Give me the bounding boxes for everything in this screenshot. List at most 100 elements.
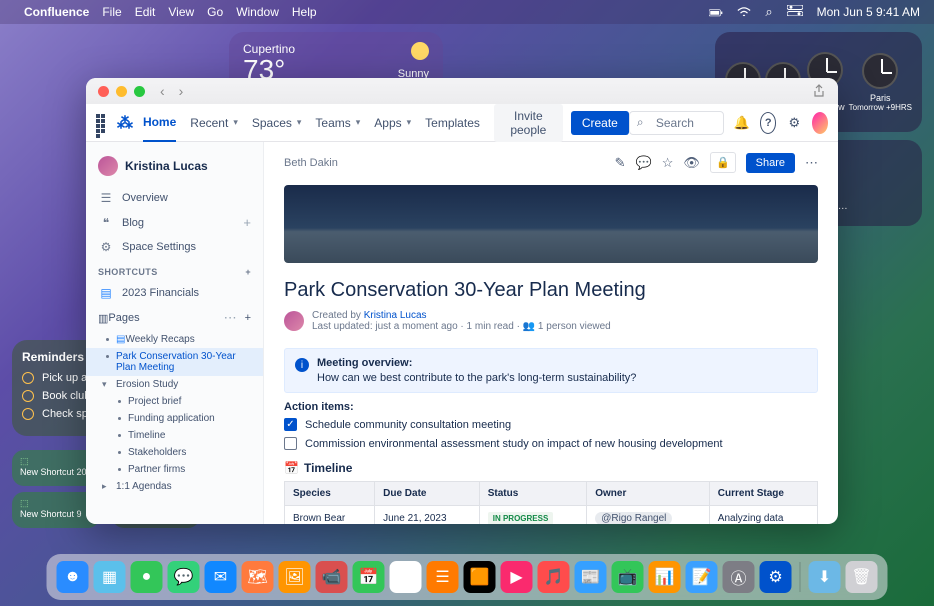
trash-icon[interactable]: 🗑 xyxy=(846,561,878,593)
plus-icon[interactable]: + xyxy=(243,215,251,230)
breadcrumb[interactable]: Beth Dakin xyxy=(284,157,338,169)
dock-app-icon[interactable]: 📅 xyxy=(353,561,385,593)
dock-app-icon[interactable]: ● xyxy=(131,561,163,593)
dock-app-icon[interactable]: Ⓐ xyxy=(723,561,755,593)
space-header[interactable]: Kristina Lucas xyxy=(86,152,263,186)
page-tree-item[interactable]: Partner firms xyxy=(86,461,263,478)
dock-app-icon[interactable]: ⚙ xyxy=(760,561,792,593)
dock-app-icon[interactable]: 📝 xyxy=(686,561,718,593)
dock-app-icon[interactable]: ☰ xyxy=(427,561,459,593)
menu-file[interactable]: File xyxy=(102,5,121,19)
share-button[interactable]: Share xyxy=(746,153,795,173)
minimize-button[interactable] xyxy=(116,86,127,97)
settings-icon[interactable]: ⚙ xyxy=(786,112,802,134)
control-center-icon[interactable] xyxy=(787,5,803,19)
menu-window[interactable]: Window xyxy=(236,5,279,19)
app-menu[interactable]: Confluence xyxy=(24,5,89,19)
radio-icon[interactable] xyxy=(22,390,34,402)
dock-app-icon[interactable]: 💬 xyxy=(168,561,200,593)
dock-app-icon[interactable]: 🎵 xyxy=(538,561,570,593)
sidebar-pages[interactable]: ▥Pages⋯+ xyxy=(86,305,263,331)
space-sidebar: Kristina Lucas ☰Overview ❝Blog+ ⚙Space S… xyxy=(86,142,264,524)
forward-icon[interactable]: › xyxy=(179,83,184,99)
bullet-icon xyxy=(106,338,109,341)
blog-icon: ❝ xyxy=(98,216,114,230)
clock-face xyxy=(862,53,898,89)
dock-app-icon[interactable]: 📰 xyxy=(575,561,607,593)
search-input[interactable]: Search xyxy=(629,111,724,135)
battery-icon[interactable] xyxy=(709,6,723,18)
notifications-icon[interactable]: 🔔 xyxy=(734,112,750,134)
dock-app-icon[interactable]: 🗺 xyxy=(242,561,274,593)
th-due: Due Date xyxy=(375,482,480,506)
page-cover-image xyxy=(284,185,818,263)
doc-icon: ▤ xyxy=(98,286,114,300)
nav-recent[interactable]: Recent xyxy=(190,116,238,130)
checkbox[interactable] xyxy=(284,437,297,450)
downloads-icon[interactable]: ⬇ xyxy=(809,561,841,593)
dock-app-icon[interactable]: 📹 xyxy=(316,561,348,593)
back-icon[interactable]: ‹ xyxy=(160,83,165,99)
user-mention[interactable]: @Rigo Rangel xyxy=(595,512,672,524)
sidebar-overview[interactable]: ☰Overview xyxy=(86,186,263,210)
wifi-icon[interactable] xyxy=(737,6,751,18)
sidebar-blog[interactable]: ❝Blog+ xyxy=(86,210,263,235)
nav-home[interactable]: Home xyxy=(143,104,176,142)
nav-apps[interactable]: Apps xyxy=(374,116,411,130)
confluence-logo-icon[interactable]: ⁂ xyxy=(117,113,133,133)
create-button[interactable]: Create xyxy=(571,111,629,135)
page-tree-item[interactable]: ▤ Weekly Recaps xyxy=(86,331,263,348)
watch-icon[interactable]: 👁 xyxy=(683,155,700,171)
profile-avatar[interactable] xyxy=(812,112,828,134)
menubar-clock[interactable]: Mon Jun 5 9:41 AM xyxy=(817,5,920,19)
more-icon[interactable]: ⋯ xyxy=(805,155,818,171)
comment-icon[interactable]: 💬 xyxy=(636,155,652,171)
help-icon[interactable]: ? xyxy=(760,112,776,134)
plus-icon[interactable]: + xyxy=(245,312,251,324)
zoom-button[interactable] xyxy=(134,86,145,97)
nav-templates[interactable]: Templates xyxy=(425,116,480,130)
close-button[interactable] xyxy=(98,86,109,97)
dock-app-icon[interactable]: 📊 xyxy=(649,561,681,593)
more-icon[interactable]: ⋯ xyxy=(224,310,237,326)
info-icon: i xyxy=(295,358,309,372)
nav-teams[interactable]: Teams xyxy=(315,116,360,130)
radio-icon[interactable] xyxy=(22,372,34,384)
page-tree-item[interactable]: Park Conservation 30-Year Plan Meeting xyxy=(86,348,263,376)
menu-view[interactable]: View xyxy=(168,5,194,19)
page-tree-item[interactable]: ▸1:1 Agendas xyxy=(86,478,263,495)
page-tree-item[interactable]: Funding application xyxy=(86,410,263,427)
spotlight-icon[interactable]: ⌕ xyxy=(765,4,772,20)
dock-app-icon[interactable]: 🟧 xyxy=(464,561,496,593)
chevron-icon[interactable]: ▸ xyxy=(102,481,107,492)
page-tree-item[interactable]: Stakeholders xyxy=(86,444,263,461)
checkbox[interactable]: ✓ xyxy=(284,418,297,431)
sidebar-space-settings[interactable]: ⚙Space Settings xyxy=(86,235,263,259)
share-icon[interactable] xyxy=(812,84,826,98)
page-tree-item[interactable]: Timeline xyxy=(86,427,263,444)
restrictions-icon[interactable]: 🔒 xyxy=(710,152,736,173)
app-switcher-icon[interactable] xyxy=(96,114,109,132)
menu-help[interactable]: Help xyxy=(292,5,317,19)
dock-app-icon[interactable]: ✓ xyxy=(390,561,422,593)
page-tree-item[interactable]: ▾Erosion Study xyxy=(86,376,263,393)
nav-spaces[interactable]: Spaces xyxy=(252,116,302,130)
menu-edit[interactable]: Edit xyxy=(135,5,156,19)
edit-icon[interactable]: ✎ xyxy=(615,155,626,171)
action-items-heading: Action items: xyxy=(264,399,838,415)
dock-app-icon[interactable]: 🖼 xyxy=(279,561,311,593)
dock-app-icon[interactable]: 📺 xyxy=(612,561,644,593)
menu-go[interactable]: Go xyxy=(207,5,223,19)
plus-icon[interactable]: + xyxy=(245,267,251,277)
bullet-icon xyxy=(118,417,121,420)
dock-app-icon[interactable]: ▶ xyxy=(501,561,533,593)
invite-people-button[interactable]: Invite people xyxy=(494,104,563,142)
dock-app-icon[interactable]: ✉ xyxy=(205,561,237,593)
dock-app-icon[interactable]: ☻ xyxy=(57,561,89,593)
shortcut-item[interactable]: ▤2023 Financials xyxy=(86,281,263,305)
chevron-icon[interactable]: ▾ xyxy=(102,379,107,390)
star-icon[interactable]: ☆ xyxy=(662,155,674,171)
page-tree-item[interactable]: Project brief xyxy=(86,393,263,410)
radio-icon[interactable] xyxy=(22,408,34,420)
dock-app-icon[interactable]: ▦ xyxy=(94,561,126,593)
